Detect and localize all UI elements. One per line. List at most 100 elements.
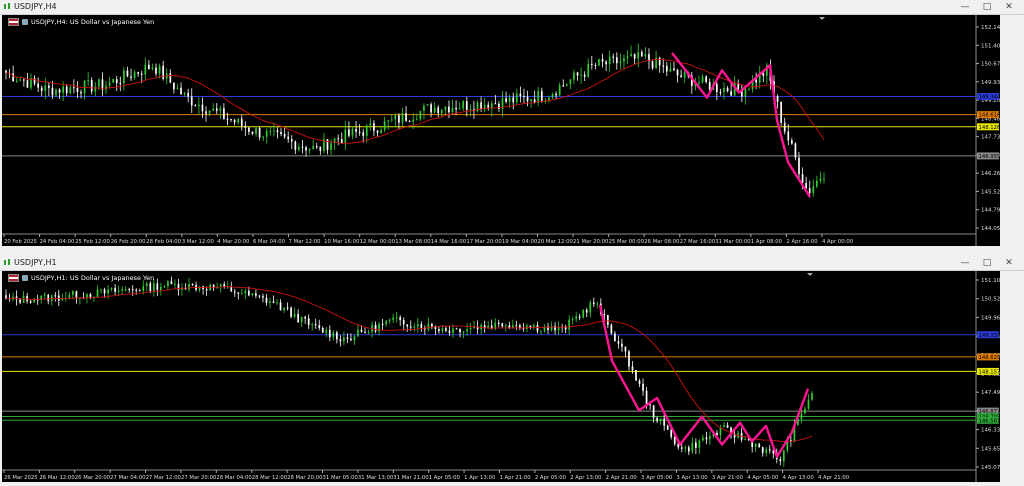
candle-body (283, 134, 286, 137)
candle-body (782, 450, 785, 462)
price-tick-label: 149.935 (981, 80, 1000, 86)
candle-body (582, 309, 585, 318)
candle-body (624, 346, 627, 352)
candle-body (698, 82, 700, 84)
candle-body (695, 442, 697, 448)
candle-body (451, 107, 454, 113)
h1-chart-window[interactable]: USDJPY,H1 — □ ✕ 151.105 150.525 149.965 149… (0, 256, 1024, 482)
restore-button[interactable]: □ (976, 0, 998, 14)
candle-body (783, 122, 786, 132)
candle-body (280, 132, 282, 135)
candle-body (640, 52, 643, 57)
candle-body (670, 429, 673, 437)
h4-price-chart[interactable]: 152.140151.405150.670149.935149.200148.4… (2, 15, 1004, 246)
candle-body (590, 63, 593, 65)
candle-body (23, 79, 25, 81)
time-tick-label: 25 Mar 00:00 (609, 239, 645, 245)
candle-body (311, 324, 314, 326)
h1-chart-canvas[interactable]: 151.105150.525149.965149.385148.805148.2… (2, 271, 1004, 482)
candle-body (248, 127, 250, 132)
close-button[interactable]: ✕ (998, 256, 1020, 270)
time-tick-label: 4 Apr 00:00 (822, 239, 854, 245)
candle-body (551, 93, 554, 98)
time-tick-label: 26 Mar 12:00 (39, 475, 75, 481)
candle-body (816, 180, 818, 187)
candle-body (258, 128, 261, 138)
price-tick-label: 152.140 (981, 25, 1000, 31)
time-tick-label: 6 Mar 04:00 (253, 239, 286, 245)
candle-body (388, 319, 391, 322)
us-flag-icon (8, 274, 19, 282)
candle-body (515, 325, 518, 327)
h1-title-bar[interactable]: USDJPY,H1 — □ ✕ (0, 256, 1024, 271)
candle-body (761, 447, 764, 453)
candle-body (272, 301, 275, 303)
candle-body (401, 113, 404, 123)
restore-button[interactable]: □ (976, 256, 998, 270)
candle-body (108, 82, 111, 86)
close-button[interactable]: ✕ (998, 0, 1020, 14)
minimize-button[interactable]: — (954, 256, 976, 270)
h4-title-bar[interactable]: USDJPY,H4 — □ ✕ (0, 0, 1024, 15)
candle-body (680, 75, 682, 78)
candle-body (635, 370, 637, 381)
candle-body (719, 91, 722, 93)
candle-body (5, 295, 7, 299)
candle-body (262, 136, 265, 138)
h4-chart-canvas[interactable]: 152.140151.405150.670149.935149.200148.4… (2, 15, 1004, 246)
price-tick-label: 145.655 (981, 446, 1000, 452)
candle-body (44, 85, 47, 91)
candle-body (301, 146, 304, 148)
candle-body (149, 283, 152, 292)
candle-body (318, 325, 321, 329)
candle-body (536, 324, 539, 332)
candle-body (142, 286, 145, 291)
candle-body (605, 61, 607, 65)
price-level-tag-label: 149.339 (979, 333, 1001, 339)
time-tick-label: 28 Feb 04:00 (146, 239, 181, 245)
price-tick-label: 144.790 (981, 208, 1000, 214)
candle-body (409, 326, 412, 328)
h1-price-chart[interactable]: 151.105150.525149.965149.385148.805148.2… (2, 271, 1004, 482)
candle-body (357, 329, 359, 337)
candle-body (596, 303, 599, 305)
candle-body (408, 121, 411, 123)
h4-chart-window[interactable]: USDJPY,H4 — □ ✕ 152.140 151.405 150.670 149… (0, 0, 1024, 247)
time-tick-label: 2 Apr 21:00 (606, 475, 638, 481)
time-tick-label: 4 Apr 05:00 (747, 475, 779, 481)
time-tick-label: 2 Apr 13:00 (570, 475, 602, 481)
candle-body (107, 289, 109, 294)
time-tick-label: 3 Apr 21:00 (712, 475, 744, 481)
candle-body (805, 182, 807, 189)
candle-body (126, 70, 129, 77)
candle-body (230, 118, 232, 120)
candle-body (530, 99, 532, 102)
time-tick-label: 4 Apr 13:00 (783, 475, 815, 481)
candle-body (526, 96, 529, 102)
us-flag-icon (8, 18, 19, 26)
candle-body (723, 87, 725, 93)
candle-body (780, 101, 782, 123)
candle-body (140, 73, 143, 75)
time-tick-label: 12 Mar 00:00 (360, 239, 396, 245)
candle-body (57, 295, 60, 301)
candle-body (819, 178, 822, 181)
candle-body (148, 64, 150, 70)
minimize-button[interactable]: — (954, 0, 976, 14)
candle-body (776, 95, 779, 102)
candle-body (571, 319, 574, 321)
candle-body (205, 289, 208, 291)
candle-body (415, 119, 418, 121)
candle-body (183, 92, 186, 95)
candle-body (691, 442, 694, 452)
candle-body (504, 325, 507, 327)
candle-body (355, 128, 357, 132)
candle-body (90, 80, 93, 92)
candle-body (152, 283, 155, 292)
time-tick-label: 4 Apr 21:00 (818, 475, 850, 481)
candle-body (294, 141, 297, 150)
candle-body (94, 86, 97, 92)
candle-body (392, 317, 395, 320)
time-tick-label: 27 Mar 20:00 (181, 475, 217, 481)
candle-body (452, 328, 454, 334)
